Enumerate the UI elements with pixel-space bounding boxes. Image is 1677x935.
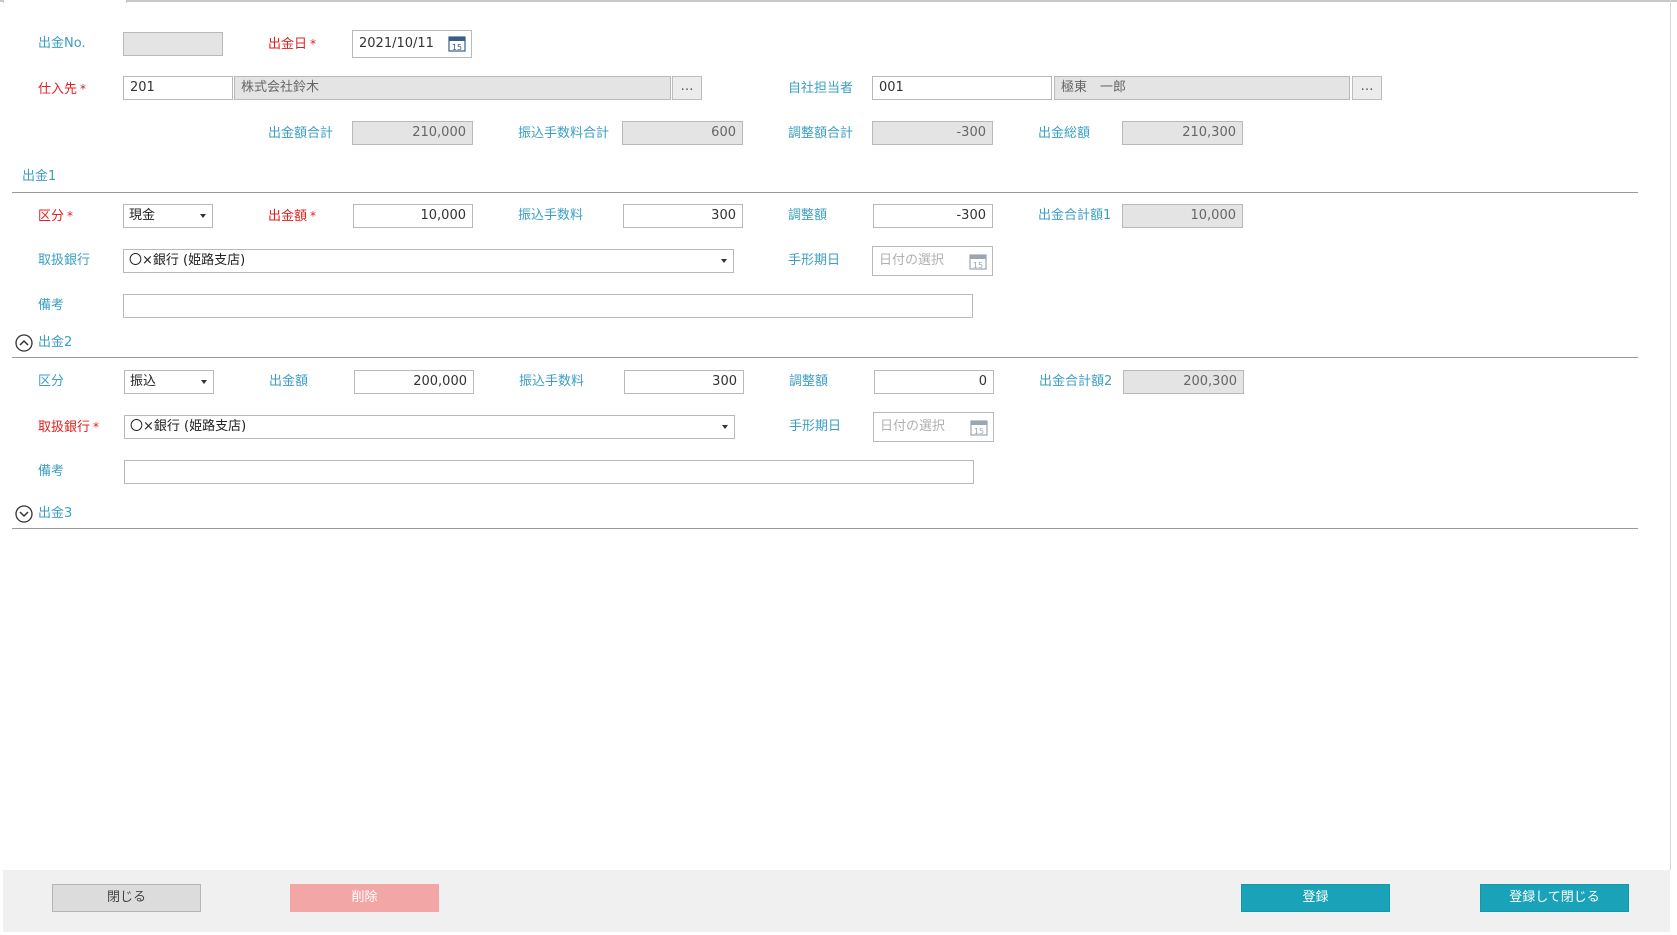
supplier-label: 仕入先 * bbox=[38, 82, 87, 97]
payment1-fee-label: 振込手数料 bbox=[518, 208, 584, 223]
register-button[interactable]: 登録 bbox=[1241, 884, 1390, 912]
adjust-total-label: 調整額合計 bbox=[788, 126, 854, 141]
payment2-memo-field[interactable] bbox=[124, 460, 974, 484]
payment2-fee-label: 振込手数料 bbox=[519, 374, 585, 389]
payment1-due-date-field[interactable]: 日付の選択 15 bbox=[872, 246, 993, 276]
payment2-bank-select[interactable]: 〇×銀行 (姫路支店) bbox=[124, 415, 735, 439]
expand-icon[interactable] bbox=[15, 505, 33, 523]
payment2-divider bbox=[12, 357, 1638, 358]
calendar-icon[interactable]: 15 bbox=[448, 35, 466, 52]
staff-lookup-button[interactable]: … bbox=[1352, 76, 1382, 100]
chevron-down-icon bbox=[722, 425, 728, 429]
payment1-bank-label: 取扱銀行 bbox=[38, 253, 91, 268]
payment1-due-label: 手形期日 bbox=[788, 253, 841, 268]
payment1-title: 出金1 bbox=[22, 169, 57, 184]
payment1-adjust-label: 調整額 bbox=[788, 208, 828, 223]
amount-total-label: 出金額合計 bbox=[268, 126, 334, 141]
svg-text:15: 15 bbox=[452, 43, 462, 52]
payment2-category-select[interactable]: 振込 bbox=[124, 370, 214, 394]
window-edge bbox=[1670, 0, 1671, 870]
payment1-category-label: 区分 * bbox=[38, 209, 74, 224]
active-tab[interactable] bbox=[3, 0, 127, 3]
footer-bar bbox=[3, 870, 1670, 932]
grand-total-field: 210,300 bbox=[1122, 121, 1243, 145]
staff-label: 自社担当者 bbox=[788, 81, 854, 96]
staff-name-field: 極東 一郎 bbox=[1054, 76, 1350, 100]
payment1-category-value: 現金 bbox=[129, 208, 156, 223]
payment1-divider bbox=[12, 192, 1638, 193]
payment3-divider bbox=[12, 528, 1638, 529]
payment2-title[interactable]: 出金2 bbox=[38, 335, 72, 351]
payment1-due-placeholder: 日付の選択 bbox=[879, 253, 945, 268]
payment2-category-value: 振込 bbox=[130, 374, 157, 389]
payment2-adjust-label: 調整額 bbox=[789, 374, 829, 389]
payment1-fee-field[interactable]: 300 bbox=[623, 204, 743, 228]
adjust-total-field: -300 bbox=[872, 121, 993, 145]
payment1-category-select[interactable]: 現金 bbox=[123, 204, 213, 228]
payment1-subtotal-field: 10,000 bbox=[1122, 204, 1243, 228]
payment2-bank-label: 取扱銀行 * bbox=[38, 420, 100, 435]
payment2-adjust-field[interactable]: 0 bbox=[874, 370, 994, 394]
fee-total-field: 600 bbox=[622, 121, 743, 145]
payment2-amount-label: 出金額 bbox=[269, 374, 309, 389]
payment-no-field bbox=[123, 32, 223, 56]
payment2-bank-value: 〇×銀行 (姫路支店) bbox=[130, 419, 247, 434]
fee-total-label: 振込手数料合計 bbox=[518, 126, 610, 141]
payment3-title[interactable]: 出金3 bbox=[38, 506, 72, 522]
payment-date-field[interactable]: 2021/10/11 15 bbox=[352, 30, 472, 58]
payment-date-label: 出金日 * bbox=[268, 37, 317, 52]
payment1-adjust-field[interactable]: -300 bbox=[873, 204, 993, 228]
payment2-memo-label: 備考 bbox=[38, 464, 65, 479]
payment1-memo-label: 備考 bbox=[38, 298, 65, 313]
amount-total-field: 210,000 bbox=[352, 121, 473, 145]
delete-button[interactable]: 削除 bbox=[290, 884, 439, 912]
payment1-amount-field[interactable]: 10,000 bbox=[353, 204, 473, 228]
chevron-down-icon bbox=[721, 259, 727, 263]
payment1-bank-value: 〇×銀行 (姫路支店) bbox=[129, 253, 246, 268]
payment1-bank-select[interactable]: 〇×銀行 (姫路支店) bbox=[123, 249, 734, 273]
payment1-amount-label: 出金額 * bbox=[268, 209, 317, 224]
payment2-amount-field[interactable]: 200,000 bbox=[354, 370, 474, 394]
chevron-down-icon bbox=[201, 380, 207, 384]
tab-strip bbox=[0, 0, 1677, 2]
supplier-name-field: 株式会社鈴木 bbox=[234, 76, 671, 100]
supplier-code-field[interactable]: 201 bbox=[123, 76, 233, 100]
payment1-memo-field[interactable] bbox=[123, 294, 973, 318]
payment2-fee-field[interactable]: 300 bbox=[624, 370, 744, 394]
payment2-subtotal-field: 200,300 bbox=[1123, 370, 1244, 394]
payment2-due-label: 手形期日 bbox=[789, 419, 842, 434]
register-and-close-button[interactable]: 登録して閉じる bbox=[1480, 884, 1629, 912]
supplier-lookup-button[interactable]: … bbox=[672, 76, 702, 100]
payment2-due-placeholder: 日付の選択 bbox=[880, 419, 946, 434]
svg-text:15: 15 bbox=[974, 427, 984, 436]
payment-no-label: 出金No. bbox=[38, 36, 86, 51]
payment2-category-label: 区分 bbox=[38, 374, 65, 389]
payment2-subtotal-label: 出金合計額2 bbox=[1039, 374, 1113, 389]
staff-code-field[interactable]: 001 bbox=[872, 76, 1052, 100]
calendar-icon[interactable]: 15 bbox=[969, 253, 987, 270]
payment2-due-date-field[interactable]: 日付の選択 15 bbox=[873, 412, 994, 442]
payment-date-value: 2021/10/11 bbox=[359, 36, 434, 51]
close-button[interactable]: 閉じる bbox=[52, 884, 201, 912]
collapse-icon[interactable] bbox=[15, 334, 33, 352]
chevron-down-icon bbox=[200, 214, 206, 218]
payment1-subtotal-label: 出金合計額1 bbox=[1038, 208, 1112, 223]
svg-text:15: 15 bbox=[973, 261, 983, 270]
calendar-icon[interactable]: 15 bbox=[970, 419, 988, 436]
grand-total-label: 出金総額 bbox=[1038, 126, 1091, 141]
